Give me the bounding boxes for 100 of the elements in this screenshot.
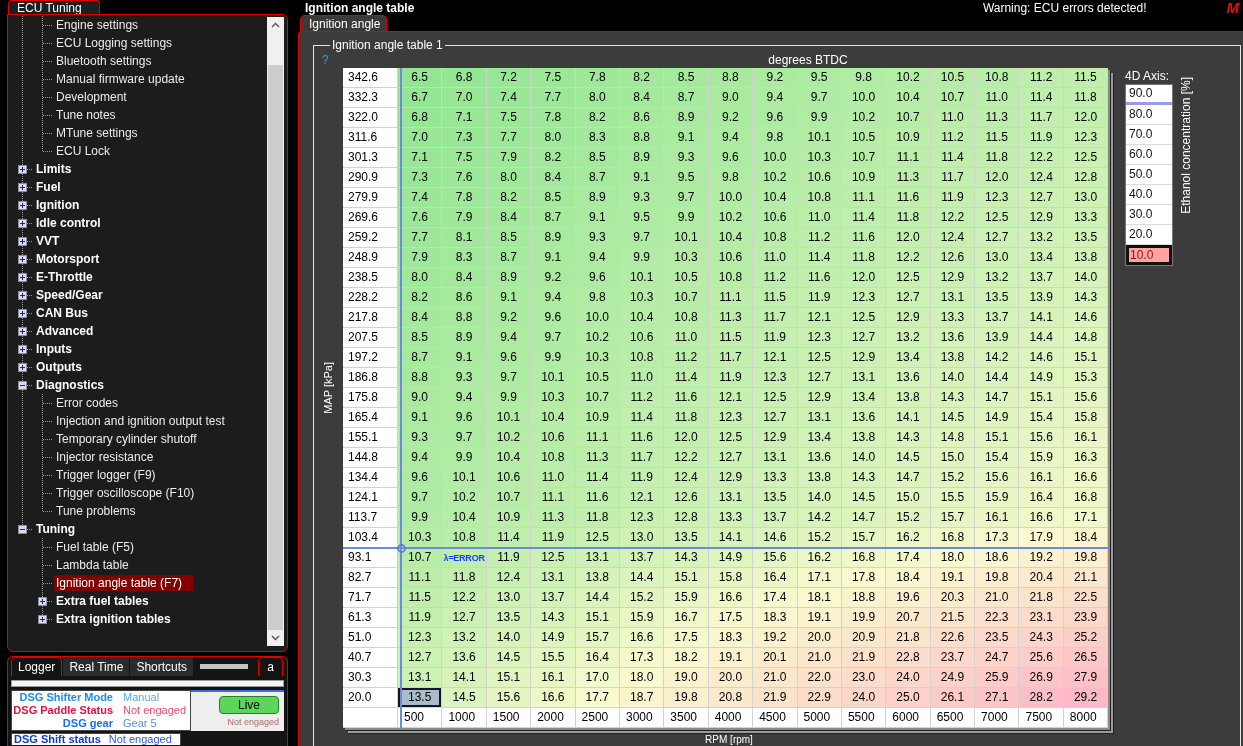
table-cell[interactable]: 15.0 [930, 448, 976, 468]
table-cell[interactable]: 25.0 [886, 688, 931, 708]
table-cell[interactable]: 12.5 [531, 548, 576, 568]
table-cell[interactable]: 13.8 [1063, 248, 1109, 268]
table-cell[interactable]: 11.3 [975, 108, 1020, 128]
table-cell[interactable]: 9.3 [398, 428, 443, 448]
table-cell[interactable]: 11.5 [753, 288, 798, 308]
table-cell[interactable]: 10.9 [575, 408, 620, 428]
table-cell[interactable]: 8.7 [575, 168, 620, 188]
tree-item[interactable]: Manual firmware update [54, 71, 187, 87]
table-cell[interactable]: 7.2 [486, 68, 532, 88]
table-cell[interactable]: 8.9 [442, 328, 487, 348]
tree-item[interactable]: Advanced [34, 323, 96, 339]
table-cell[interactable]: 9.9 [619, 248, 665, 268]
table-cell[interactable]: 13.0 [619, 528, 665, 548]
table-cell[interactable]: 14.1 [442, 668, 487, 688]
table-cell[interactable]: 15.2 [886, 508, 931, 528]
table-cell[interactable]: 13.6 [442, 648, 487, 668]
table-cell[interactable]: 17.7 [575, 688, 620, 708]
table-cell[interactable]: 14.3 [841, 468, 887, 488]
table-cell[interactable]: 13.1 [930, 288, 976, 308]
table-cell[interactable]: 8.9 [486, 268, 532, 288]
table-cell[interactable]: 11.9 [531, 528, 576, 548]
table-cell[interactable]: 10.1 [531, 368, 576, 388]
table-cell[interactable]: 12.2 [664, 448, 709, 468]
table-cell[interactable]: 10.1 [619, 268, 665, 288]
table-cell[interactable]: 9.6 [442, 408, 487, 428]
table-cell[interactable]: 15.3 [1063, 368, 1109, 388]
table-cell[interactable]: 9.9 [442, 448, 487, 468]
table-cell[interactable]: 13.1 [841, 368, 887, 388]
table-cell[interactable]: 8.8 [442, 308, 487, 328]
tree-item[interactable]: ECU Logging settings [54, 35, 175, 51]
table-cell[interactable]: 13.7 [531, 588, 576, 608]
table-cell[interactable]: 12.3 [797, 328, 842, 348]
table-cell[interactable]: 8.5 [531, 188, 576, 208]
table-cell[interactable]: 10.3 [664, 248, 709, 268]
table-cell[interactable]: 16.6 [1019, 508, 1064, 528]
table-cell[interactable]: 10.7 [930, 88, 976, 108]
table-cell[interactable]: 11.4 [619, 408, 665, 428]
table-cell[interactable]: 7.9 [442, 208, 487, 228]
table-cell[interactable]: 14.1 [708, 528, 754, 548]
table-cell[interactable]: 10.3 [619, 288, 665, 308]
table-cell[interactable]: 12.3 [975, 188, 1020, 208]
table-cell[interactable]: 12.5 [886, 268, 931, 288]
table-cell[interactable]: 25.6 [1019, 648, 1064, 668]
table-cell[interactable]: 11.4 [930, 148, 976, 168]
table-cell[interactable]: 8.8 [619, 128, 665, 148]
table-cell[interactable]: 20.3 [930, 588, 976, 608]
table-cell[interactable]: 25.9 [975, 668, 1020, 688]
table-cell[interactable]: 12.1 [797, 308, 842, 328]
table-cell[interactable]: 16.4 [753, 568, 798, 588]
table-cell[interactable]: 12.3 [619, 508, 665, 528]
table-cell[interactable]: 10.8 [664, 308, 709, 328]
table-cell[interactable]: 9.7 [398, 488, 443, 508]
table-cell[interactable]: 22.3 [975, 608, 1020, 628]
table-cell[interactable]: 11.9 [753, 328, 798, 348]
table-cell[interactable]: 8.0 [531, 128, 576, 148]
table-cell[interactable]: 13.4 [1019, 248, 1064, 268]
table-cell[interactable]: 10.5 [841, 128, 887, 148]
table-cell[interactable]: 17.5 [708, 608, 754, 628]
table-cell[interactable]: 8.2 [486, 188, 532, 208]
table-cell[interactable]: 13.0 [486, 588, 532, 608]
table-cell[interactable]: 16.4 [575, 648, 620, 668]
table-cell[interactable]: 9.4 [575, 248, 620, 268]
table-cell[interactable]: 10.1 [664, 228, 709, 248]
table-cell[interactable]: 10.7 [486, 488, 532, 508]
table-cell[interactable]: 9.8 [753, 128, 798, 148]
table-cell[interactable]: 15.1 [575, 608, 620, 628]
table-cell[interactable]: 21.0 [975, 588, 1020, 608]
table-cell[interactable]: 10.6 [797, 168, 842, 188]
table-cell[interactable]: 9.7 [442, 428, 487, 448]
table-cell[interactable]: 6.7 [398, 88, 443, 108]
tree-item[interactable]: Fuel table (F5) [54, 539, 137, 555]
plus-box-icon[interactable] [18, 290, 27, 300]
logger-tab[interactable]: a [258, 657, 283, 676]
table-cell[interactable]: 12.3 [841, 288, 887, 308]
table-cell[interactable]: 7.5 [531, 68, 576, 88]
logger-tab[interactable]: Real Time [63, 657, 130, 676]
table-cell[interactable]: 14.0 [486, 628, 532, 648]
table-cell[interactable]: 14.5 [486, 648, 532, 668]
table-cell[interactable]: 8.2 [398, 288, 443, 308]
table-cell[interactable]: 11.9 [797, 288, 842, 308]
table-cell[interactable]: 7.3 [442, 128, 487, 148]
table-cell[interactable]: 7.8 [442, 188, 487, 208]
tree-item[interactable]: VVT [34, 233, 62, 249]
table-cell[interactable]: 14.5 [841, 488, 887, 508]
table-cell[interactable]: 17.1 [1063, 508, 1109, 528]
table-cell[interactable]: 18.8 [841, 588, 887, 608]
table-cell[interactable]: 11.6 [575, 488, 620, 508]
table-cell[interactable]: 13.8 [797, 468, 842, 488]
table-cell[interactable]: 15.9 [619, 608, 665, 628]
table-cell[interactable]: 10.9 [886, 128, 931, 148]
table-cell[interactable]: 19.1 [797, 608, 842, 628]
table-cell[interactable]: 13.3 [1063, 208, 1109, 228]
table-cell[interactable]: 9.8 [841, 68, 887, 88]
table-cell[interactable]: 12.7 [753, 408, 798, 428]
table-cell[interactable]: 11.6 [619, 428, 665, 448]
table-cell[interactable]: 13.2 [442, 628, 487, 648]
table-cell[interactable]: 16.6 [531, 688, 576, 708]
table-cell[interactable]: 12.0 [886, 228, 931, 248]
